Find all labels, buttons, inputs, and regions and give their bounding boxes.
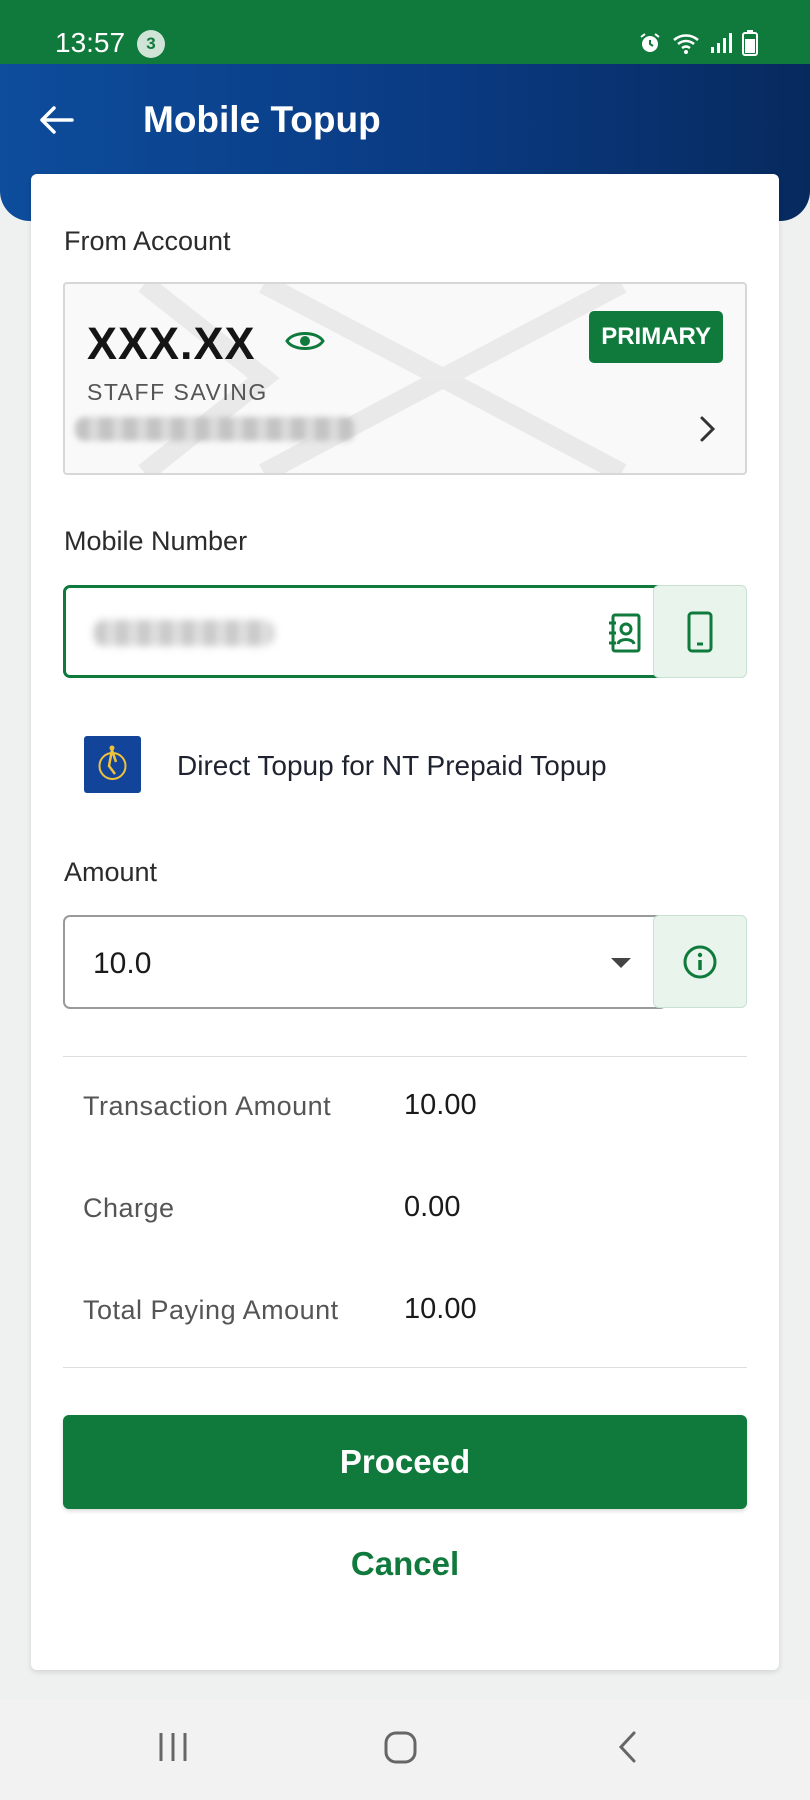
provider-description: Direct Topup for NT Prepaid Topup [177,750,607,781]
home-icon[interactable] [383,1730,419,1764]
notification-count-badge: 3 [137,30,165,58]
mobile-number-blurred [94,620,274,646]
back-nav-icon[interactable] [616,1730,640,1764]
charge-value: 0.00 [404,1191,461,1223]
contact-book-icon[interactable] [608,612,642,654]
nt-logo-mark [98,745,127,780]
chevron-right-icon [700,416,716,442]
status-icons [638,30,758,56]
mobile-number-input[interactable] [63,585,667,678]
status-time: 13:57 [55,27,126,58]
charge-label: Charge [83,1193,175,1223]
system-nav-bar [0,1700,810,1800]
dropdown-caret-icon [611,958,631,968]
info-icon [683,945,717,978]
alarm-icon [640,33,660,52]
wifi-icon [673,34,699,54]
phone-icon [687,611,713,652]
transaction-amount-label: Transaction Amount [83,1091,332,1121]
mobile-number-label: Mobile Number [64,526,248,556]
amount-info-button[interactable] [653,915,747,1008]
amount-label: Amount [64,857,158,887]
from-account-label: From Account [64,226,231,256]
nt-provider-logo [84,736,141,793]
proceed-button[interactable]: Proceed [63,1415,747,1509]
amount-dropdown[interactable]: 10.0 [63,915,667,1009]
battery-icon [742,30,758,56]
account-balance: XXX.XX [87,318,256,369]
total-paying-amount-value: 10.00 [404,1293,477,1325]
primary-badge: PRIMARY [589,311,723,363]
summary-bottom-divider [63,1367,747,1368]
summary-top-divider [63,1056,747,1057]
page-title: Mobile Topup [143,99,381,140]
account-selector[interactable]: XXX.XX PRIMARY STAFF SAVING [63,282,747,475]
account-type: STAFF SAVING [87,379,268,405]
back-arrow-icon[interactable] [36,100,76,140]
amount-selected-value: 10.0 [93,947,152,980]
phone-contact-button[interactable] [653,585,747,678]
total-paying-amount-label: Total Paying Amount [83,1295,339,1325]
recent-apps-icon[interactable] [157,1730,189,1764]
signal-icon [711,33,732,53]
account-number-blurred [75,417,355,441]
transaction-amount-value: 10.00 [404,1089,477,1121]
eye-icon[interactable] [285,326,325,356]
status-bar: 13:57 3 [0,0,810,64]
cancel-button[interactable]: Cancel [281,1534,529,1594]
topup-form-card: From Account XXX.XX PRIMARY STAFF SAVING… [31,174,779,1670]
